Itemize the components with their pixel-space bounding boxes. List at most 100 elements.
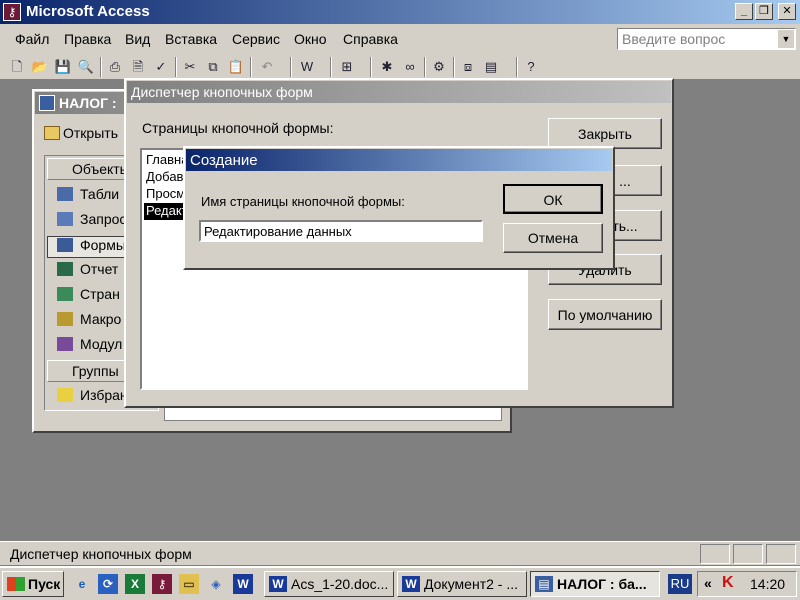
database-icon: ▤ [535,576,553,592]
antivirus-icon[interactable]: K [722,574,734,592]
new-object-icon[interactable]: ▤ [482,58,500,76]
code-icon[interactable]: ✱ [378,58,396,76]
desktop-icon[interactable]: ◈ [206,574,226,594]
close-icon[interactable]: ✕ [778,3,796,20]
task-label: Acs_1-20.doc... [291,576,389,592]
status-text: Диспетчер кнопочных форм [10,546,192,562]
windows-flag-icon [7,577,25,591]
pages-label: Страницы кнопочной формы: [142,120,334,136]
start-button[interactable]: Пуск [2,571,64,597]
sidebar-item-label: Формы [80,237,126,253]
toolbar-separator [330,57,332,77]
toolbar-separator [100,57,102,77]
access-key-icon: ⚷ [3,3,21,21]
cancel-button[interactable]: Отмена [503,223,603,253]
office-links-icon[interactable]: W [298,58,316,76]
open-label: Открыть [63,125,118,141]
app-title: Microsoft Access [26,3,150,20]
toolbar-separator [370,57,372,77]
taskbar-item-active[interactable]: ▤ НАЛОГ : ба... [530,571,660,597]
dropdown-arrow-icon[interactable]: ▼ [778,30,794,48]
sidebar-item-label: Стран [80,286,120,302]
word-document-icon: W [402,576,420,592]
analyze-icon[interactable]: ⊞ [338,58,356,76]
file-search-icon[interactable]: 🔍 [77,58,95,76]
menu-help[interactable]: Справка [343,31,398,47]
excel-icon[interactable]: X [125,574,145,594]
menu-insert[interactable]: Вставка [165,31,217,47]
print-icon[interactable]: ⎙ [106,58,124,76]
cut-icon[interactable]: ✂ [181,58,199,76]
help-placeholder: Введите вопрос [622,31,726,47]
quick-launch-icon[interactable]: ⟳ [98,574,118,594]
menu-tools[interactable]: Сервис [232,31,280,47]
copy-icon[interactable]: ⧉ [204,58,222,76]
status-panel [733,544,763,564]
language-indicator[interactable]: RU [668,574,692,594]
toolbar-separator [453,57,455,77]
open-folder-icon[interactable]: 📂 [31,58,49,76]
open-icon [44,126,60,140]
sidebar-item-label: Табли [80,186,120,202]
form-icon [57,238,73,252]
save-icon[interactable]: 💾 [54,58,72,76]
toolbar-separator [290,57,292,77]
paste-icon[interactable]: 📋 [227,58,245,76]
ok-button[interactable]: ОК [503,184,603,214]
toolbar-separator [516,57,518,77]
word-document-icon: W [269,576,287,592]
status-bar: Диспетчер кнопочных форм [0,541,800,565]
module-icon [57,337,73,351]
new-document-icon[interactable]: 🗋 [8,58,26,76]
print-preview-icon[interactable]: 🗎 [129,58,147,76]
folder-icon[interactable]: ▭ [179,574,199,594]
task-label: Документ2 - ... [424,576,519,592]
sidebar-item-label: Макро [80,311,122,327]
internet-explorer-icon[interactable]: e [72,574,92,594]
script-icon[interactable]: ∞ [401,58,419,76]
properties-icon[interactable]: ⚙ [430,58,448,76]
taskbar-item[interactable]: W Документ2 - ... [397,571,527,597]
query-icon [57,212,73,226]
access-icon[interactable]: ⚷ [152,574,172,594]
toolbar-separator [175,57,177,77]
toolbar-separator [250,57,252,77]
taskbar-item[interactable]: W Acs_1-20.doc... [264,571,394,597]
open-button[interactable]: Открыть [44,125,118,141]
sidebar-item-label: Отчет [80,261,119,277]
tray-chevron-icon[interactable]: « [704,575,712,591]
close-button[interactable]: Закрыть [548,118,662,149]
favorites-icon [57,388,73,402]
create-dialog-titlebar[interactable]: Создание [186,149,612,171]
task-label: НАЛОГ : ба... [557,576,647,592]
menu-edit[interactable]: Правка [64,31,111,47]
toolbar-separator [424,57,426,77]
undo-icon[interactable]: ↶ [258,58,276,76]
spelling-icon[interactable]: ✓ [152,58,170,76]
page-name-input[interactable] [199,220,483,242]
relationships-icon[interactable]: ⧈ [459,58,477,76]
taskbar: Пуск e ⟳ X ⚷ ▭ ◈ W W Acs_1-20.doc... W Док… [0,566,800,600]
menu-view[interactable]: Вид [125,31,150,47]
menubar: Файл Правка Вид Вставка Сервис Окно Спра… [0,24,800,54]
create-page-dialog[interactable]: Создание Имя страницы кнопочной формы: О… [183,146,615,270]
macro-icon [57,312,73,326]
word-icon[interactable]: W [233,574,253,594]
minimize-icon[interactable]: _ [735,3,753,20]
help-question-input[interactable]: Введите вопрос ▼ [617,28,796,50]
menu-window[interactable]: Окно [294,31,327,47]
clock[interactable]: 14:20 [750,576,785,592]
toolbar: 🗋 📂 💾 🔍 ⎙ 🗎 ✓ ✂ ⧉ 📋 ↶ W ⊞ ✱ ∞ ⚙ ⧈ ▤ ? [0,54,800,80]
page-name-label: Имя страницы кнопочной формы: [201,194,405,209]
help-icon[interactable]: ? [522,58,540,76]
database-icon [39,95,55,111]
default-button[interactable]: По умолчанию [548,299,662,330]
switchboard-titlebar[interactable]: Диспетчер кнопочных форм [127,81,671,103]
status-panel [766,544,796,564]
menu-file[interactable]: Файл [15,31,49,47]
sidebar-item-label: Запрос [80,211,127,227]
app-titlebar[interactable]: ⚷ Microsoft Access _ ❐ ✕ [0,0,800,24]
restore-icon[interactable]: ❐ [755,3,773,20]
table-icon [57,187,73,201]
status-panel [700,544,730,564]
